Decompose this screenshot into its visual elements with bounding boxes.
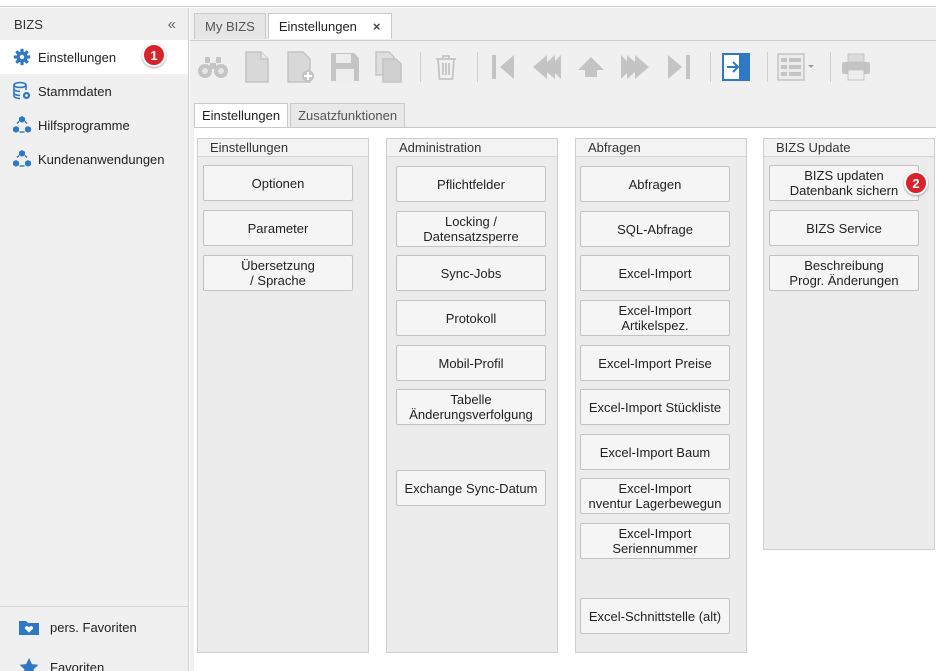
save-icon[interactable]	[326, 47, 364, 87]
tab-einstellungen[interactable]: Einstellungen ×	[267, 13, 392, 39]
sql-abfrage-button[interactable]: SQL-Abfrage	[580, 211, 730, 247]
group-einstellungen: Einstellungen Optionen Parameter Überset…	[197, 138, 369, 653]
sidebar-item-pers-favoriten[interactable]: pers. Favoriten	[0, 607, 189, 647]
add-document-icon[interactable]	[282, 47, 320, 87]
callout-badge-2: 2	[904, 171, 928, 195]
locking-datensatzsperre-button[interactable]: Locking / Datensatzsperre	[396, 211, 546, 247]
sidebar-item-label: pers. Favoriten	[50, 619, 137, 635]
last-record-icon[interactable]	[660, 47, 698, 87]
sidebar-item-kundenanwendungen[interactable]: Kundenanwendungen	[0, 142, 188, 176]
sidebar-header: BIZS «	[0, 8, 188, 40]
toolbar-separator	[710, 51, 711, 82]
cube-tools-icon	[12, 115, 32, 135]
close-tab-icon[interactable]: ×	[373, 19, 381, 34]
excel-import-seriennummer-button[interactable]: Excel-Import Seriennummer	[580, 523, 730, 559]
bizs-service-button[interactable]: BIZS Service	[769, 210, 919, 246]
list-view-icon[interactable]	[774, 47, 818, 87]
callout-badge-1: 1	[142, 43, 166, 67]
settings-content: Einstellungen Optionen Parameter Überset…	[194, 127, 936, 671]
cube-tools-icon	[12, 149, 32, 169]
navigation-sidebar: BIZS « Einstellungen Stammdaten Hilfspro…	[0, 8, 189, 671]
beschreibung-aenderungen-button[interactable]: Beschreibung Progr. Änderungen	[769, 255, 919, 291]
tab-label: Einstellungen	[202, 108, 281, 123]
settings-subtabs: Einstellungen Zusatzfunktionen	[194, 103, 407, 127]
gear-icon	[12, 47, 32, 67]
excel-import-button[interactable]: Excel-Import	[580, 255, 730, 291]
sidebar-title: BIZS	[14, 16, 43, 32]
sidebar-item-label: Stammdaten	[38, 83, 112, 99]
excel-import-inventur-button[interactable]: Excel-Import nventur Lagerbewegun	[580, 478, 730, 514]
bizs-updaten-button[interactable]: BIZS updaten Datenbank sichern	[769, 165, 919, 201]
toolbar-separator	[830, 51, 831, 82]
tab-label: My BIZS	[205, 19, 255, 34]
sidebar-item-stammdaten[interactable]: Stammdaten	[0, 74, 188, 108]
binoculars-icon[interactable]	[194, 47, 232, 87]
previous-record-icon[interactable]	[528, 47, 566, 87]
sidebar-item-label: Einstellungen	[38, 49, 117, 65]
abfragen-button[interactable]: Abfragen	[580, 166, 730, 202]
sidebar-item-label: Kundenanwendungen	[38, 151, 165, 167]
tabelle-aenderungsverfolgung-button[interactable]: Tabelle Änderungsverfolgung	[396, 389, 546, 425]
pflichtfelder-button[interactable]: Pflichtfelder	[396, 166, 546, 202]
copy-icon[interactable]	[370, 47, 408, 87]
excel-import-artikelspez-button[interactable]: Excel-Import Artikelspez.	[580, 300, 730, 336]
tab-label: Einstellungen	[278, 19, 357, 34]
group-bizs-update: BIZS Update BIZS updaten Datenbank siche…	[763, 138, 935, 550]
tab-label: Zusatzfunktionen	[298, 108, 398, 123]
parameter-button[interactable]: Parameter	[203, 210, 353, 246]
group-abfragen: Abfragen Abfragen SQL-Abfrage Excel-Impo…	[575, 138, 747, 653]
heart-folder-icon	[18, 617, 40, 637]
exchange-sync-datum-button[interactable]: Exchange Sync-Datum	[396, 470, 546, 506]
delete-icon[interactable]	[427, 47, 465, 87]
excel-schnittstelle-alt-button[interactable]: Excel-Schnittstelle (alt)	[580, 598, 730, 634]
tab-my-bizs[interactable]: My BIZS	[194, 13, 266, 39]
toolbar-separator	[477, 51, 478, 82]
subtab-einstellungen[interactable]: Einstellungen	[194, 103, 289, 127]
uebersetzung-sprache-button[interactable]: Übersetzung / Sprache	[203, 255, 353, 291]
sidebar-favorites-area: pers. Favoriten Favoriten	[0, 606, 189, 671]
excel-import-preise-button[interactable]: Excel-Import Preise	[580, 345, 730, 381]
optionen-button[interactable]: Optionen	[203, 165, 353, 201]
print-icon[interactable]	[837, 47, 875, 87]
group-title: Administration	[387, 139, 557, 157]
sync-jobs-button[interactable]: Sync-Jobs	[396, 255, 546, 291]
group-administration: Administration Pflichtfelder Locking / D…	[386, 138, 558, 653]
sidebar-item-label: Hilfsprogramme	[38, 117, 130, 133]
document-tabs: My BIZS Einstellungen ×	[194, 13, 394, 39]
sidebar-item-label: Favoriten	[50, 659, 105, 671]
window-top-strip	[0, 0, 936, 7]
database-icon	[12, 81, 32, 101]
star-icon	[18, 657, 40, 671]
collapse-sidebar-icon[interactable]: «	[168, 16, 176, 33]
main-area: My BIZS Einstellungen × Einstellungen Zu…	[190, 8, 936, 671]
next-record-icon[interactable]	[616, 47, 654, 87]
group-title: Abfragen	[576, 139, 746, 157]
exit-icon[interactable]	[717, 47, 755, 87]
excel-import-baum-button[interactable]: Excel-Import Baum	[580, 434, 730, 470]
subtab-zusatzfunktionen[interactable]: Zusatzfunktionen	[290, 103, 406, 127]
up-icon[interactable]	[572, 47, 610, 87]
first-record-icon[interactable]	[484, 47, 522, 87]
toolbar-separator	[420, 51, 421, 82]
excel-import-stueckliste-button[interactable]: Excel-Import Stückliste	[580, 389, 730, 425]
toolbar-separator	[767, 51, 768, 82]
toolbar	[190, 40, 936, 92]
protokoll-button[interactable]: Protokoll	[396, 300, 546, 336]
group-title: BIZS Update	[764, 139, 934, 157]
sidebar-item-hilfsprogramme[interactable]: Hilfsprogramme	[0, 108, 188, 142]
new-document-icon[interactable]	[238, 47, 276, 87]
mobil-profil-button[interactable]: Mobil-Profil	[396, 345, 546, 381]
group-title: Einstellungen	[198, 139, 368, 157]
sidebar-item-favoriten[interactable]: Favoriten	[0, 647, 189, 671]
